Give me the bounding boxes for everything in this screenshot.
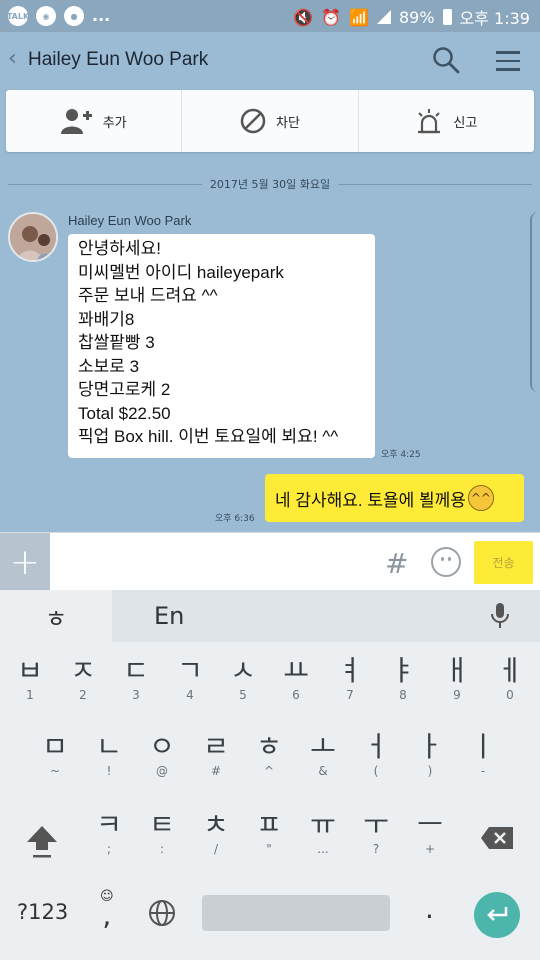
outgoing-message-bubble[interactable]: 네 감사해요. 토욜에 뵐께용 ^^ — [265, 474, 524, 522]
key-ae[interactable]: ㅐ9 — [440, 654, 474, 702]
key-s[interactable]: ㅅ5 — [226, 654, 260, 702]
message-line: Total $22.50 — [78, 403, 171, 423]
side-panel-handle[interactable] — [530, 212, 540, 392]
key-r[interactable]: ㄹ # — [199, 730, 233, 778]
comma-key[interactable]: ☺ , — [100, 890, 114, 930]
send-button[interactable]: 전송 — [474, 541, 533, 584]
report-label: 신고 — [453, 115, 478, 131]
key-o[interactable]: ㅗ & — [306, 730, 340, 778]
message-line: 미씨멜번 아이디 haileyepark — [78, 262, 284, 282]
battery-icon — [442, 9, 452, 25]
add-friend-label: 추가 — [102, 115, 127, 131]
chat-title: Hailey Eun Woo Park — [28, 49, 209, 70]
enter-icon — [487, 907, 508, 921]
period-key[interactable]: . — [425, 892, 434, 925]
avatar[interactable] — [8, 212, 58, 262]
back-icon[interactable]: ‹ — [8, 46, 17, 71]
key-g[interactable]: ㄱ4 — [173, 654, 207, 702]
key-h[interactable]: ㅎ ^ — [252, 730, 286, 778]
key-u[interactable]: ㅜ? — [359, 808, 393, 856]
message-line: 소보로 3 — [78, 356, 140, 376]
key-t[interactable]: ㅌ: — [145, 808, 179, 856]
message-line: 꽈배기8 — [78, 309, 135, 329]
block-icon — [240, 108, 266, 134]
outgoing-message-text: 네 감사해요. 토욜에 뵐께용 — [275, 490, 466, 510]
signal-icon — [376, 10, 391, 24]
key-ya[interactable]: ㅑ8 — [386, 654, 420, 702]
wifi-icon: 📶 — [349, 7, 369, 27]
messenger-icon: ◉ — [36, 6, 56, 26]
symbols-key[interactable]: ?123 — [17, 900, 68, 924]
chat-header: ‹ Hailey Eun Woo Park — [0, 32, 540, 90]
date-divider: 2017년 5월 30일 화요일 — [8, 176, 533, 192]
report-button[interactable]: 신고 — [359, 90, 534, 152]
message-line: 픽업 Box hill. 이번 토요일에 뵈요! ^^ — [78, 427, 339, 446]
add-friend-icon — [60, 109, 92, 134]
globe-icon[interactable] — [148, 899, 176, 927]
talk-icon: TALK — [7, 6, 29, 26]
key-e[interactable]: ㅔ0 — [493, 654, 527, 702]
key-yo[interactable]: ㅛ6 — [279, 654, 313, 702]
key-p[interactable]: ㅍ " — [252, 808, 286, 856]
message-line: 안녕하세요! — [78, 239, 161, 258]
status-time: 오후 1:39 — [459, 9, 530, 28]
status-overflow: ... — [92, 6, 111, 25]
key-a[interactable]: ㅏ) — [413, 730, 447, 778]
chat-icon: ● — [64, 6, 84, 26]
keyboard-language-bar: ㅎ En — [0, 590, 540, 642]
emoticon-button[interactable] — [431, 547, 461, 577]
menu-icon[interactable] — [496, 51, 520, 71]
search-icon[interactable] — [432, 46, 460, 74]
emoticon-icon: ^^ — [467, 485, 494, 511]
english-mode-key[interactable]: En — [112, 590, 540, 642]
date-divider-text: 2017년 5월 30일 화요일 — [209, 178, 331, 191]
block-label: 차단 — [276, 115, 300, 131]
key-ng[interactable]: ㅇ @ — [145, 730, 179, 778]
incoming-timestamp: 오후 4:25 — [381, 450, 421, 460]
key-n[interactable]: ㄴ! — [92, 730, 126, 778]
outgoing-timestamp: 오후 6:36 — [215, 514, 255, 524]
message-line: 주문 보내 드려요 ^^ — [78, 286, 218, 305]
key-i[interactable]: ㅣ- — [466, 730, 500, 778]
key-eu[interactable]: ㅡ + — [413, 808, 447, 856]
friend-action-bar: 추가 차단 신고 — [6, 90, 534, 152]
alarm-icon: ⏰ — [321, 7, 342, 27]
message-input[interactable] — [56, 539, 376, 585]
keyboard: ㅎ En ㅂ1 ㅈ2 ㄷ3 ㄱ4 ㅅ5 ㅛ6 ㅕ7 ㅑ8 ㅐ9 ㅔ0 ㅁ ~ ㄴ!… — [0, 590, 540, 960]
key-ch[interactable]: ㅊ / — [199, 808, 233, 856]
report-siren-icon — [418, 109, 441, 134]
backspace-key[interactable] — [480, 826, 514, 850]
mute-icon: 🔇 — [293, 7, 314, 27]
space-key[interactable] — [202, 895, 390, 931]
key-k[interactable]: ㅋ; — [92, 808, 126, 856]
message-line: 당면고로케 2 — [78, 380, 171, 399]
microphone-icon[interactable] — [490, 602, 510, 630]
enter-key[interactable] — [474, 892, 520, 938]
hashtag-button[interactable]: # — [385, 547, 408, 580]
battery-percent: 89% — [398, 7, 435, 27]
sender-name: Hailey Eun Woo Park — [68, 213, 192, 228]
key-yu[interactable]: ㅠ... — [306, 808, 340, 856]
key-b[interactable]: ㅂ1 — [13, 654, 47, 702]
key-yeo[interactable]: ㅕ7 — [333, 654, 367, 702]
key-j[interactable]: ㅈ2 — [66, 654, 100, 702]
key-eo[interactable]: ㅓ( — [359, 730, 393, 778]
key-d[interactable]: ㄷ3 — [119, 654, 153, 702]
message-line: 찹쌀팥빵 3 — [78, 333, 155, 352]
shift-key[interactable] — [25, 824, 59, 860]
key-m[interactable]: ㅁ ~ — [38, 730, 72, 778]
add-friend-button[interactable]: 추가 — [6, 90, 183, 152]
status-bar: TALK ◉ ● ... 🔇 ⏰ 📶 89% 오후 1:39 — [0, 0, 540, 32]
korean-mode-key[interactable]: ㅎ — [0, 590, 112, 642]
incoming-message-bubble[interactable]: 안녕하세요! 미씨멜번 아이디 haileyepark 주문 보내 드려요 ^^… — [68, 234, 375, 458]
block-button[interactable]: 차단 — [182, 90, 359, 152]
attach-plus-button[interactable]: + — [0, 533, 50, 591]
message-input-bar: + # 전송 — [0, 532, 540, 591]
